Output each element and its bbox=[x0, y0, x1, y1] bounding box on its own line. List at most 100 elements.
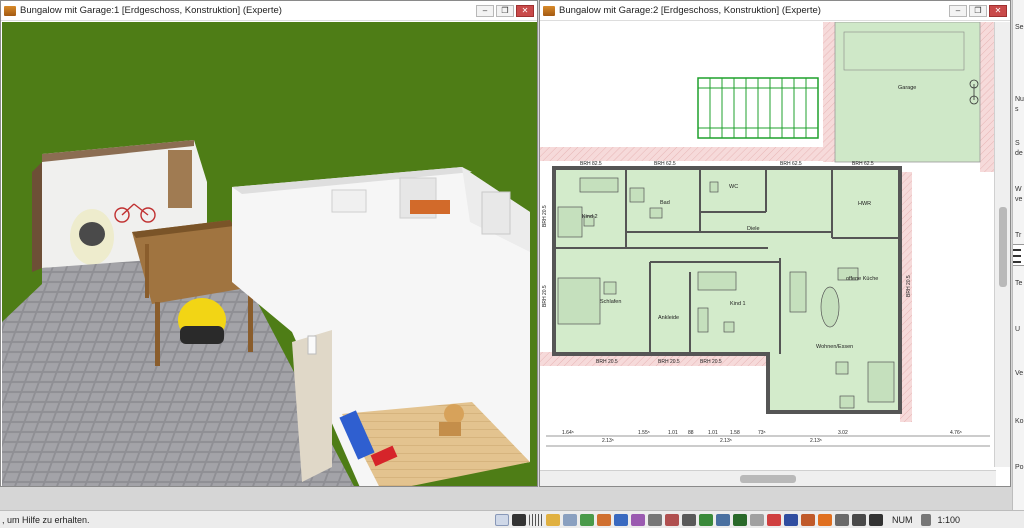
room-label-ankleide: Ankleide bbox=[658, 315, 679, 321]
terrain-icon[interactable] bbox=[580, 513, 594, 526]
window-2d-plan[interactable]: Bungalow mit Garage:2 [Erdgeschoss, Kons… bbox=[539, 0, 1011, 487]
brh-label: BRH 62.5 bbox=[654, 161, 676, 167]
horizontal-scrollbar[interactable] bbox=[540, 470, 996, 486]
grid-icon[interactable] bbox=[529, 513, 543, 526]
3d-viewport[interactable] bbox=[2, 22, 537, 486]
room-label-kind2: Kind 2 bbox=[582, 214, 598, 220]
floorplan-drawing: Garage Kind 2 Bad WC HWR Diele Schlafen … bbox=[540, 22, 994, 447]
close-button[interactable]: ✕ bbox=[516, 4, 534, 17]
room-label-wc: WC bbox=[729, 184, 738, 190]
sun-icon[interactable] bbox=[835, 513, 849, 526]
room-label-kueche: offene Küche bbox=[846, 276, 878, 282]
dim-value: 73⁵ bbox=[758, 430, 766, 436]
wall-icon[interactable] bbox=[512, 513, 526, 526]
render-icon[interactable] bbox=[818, 513, 832, 526]
scale-indicator[interactable]: 1:100 bbox=[938, 515, 961, 525]
furniture-icon[interactable] bbox=[648, 513, 662, 526]
room-label-diele: Diele bbox=[747, 226, 760, 232]
panel-item[interactable]: Se bbox=[1015, 24, 1024, 31]
car-icon[interactable] bbox=[767, 513, 781, 526]
panel-item: de bbox=[1015, 150, 1023, 157]
measure-icon[interactable] bbox=[869, 513, 883, 526]
scroll-thumb[interactable] bbox=[999, 207, 1007, 287]
3d-scene bbox=[2, 22, 537, 486]
app-icon bbox=[543, 5, 555, 16]
panel-item: s bbox=[1015, 106, 1019, 113]
brh-label: BRH 20.5 bbox=[542, 205, 548, 227]
tree-icon[interactable] bbox=[733, 513, 747, 526]
room-label-kind1: Kind 1 bbox=[730, 301, 746, 307]
camera-icon[interactable] bbox=[716, 513, 730, 526]
dim-value: 1.01 bbox=[708, 430, 718, 436]
yellow-car bbox=[178, 298, 226, 344]
floorplan-viewport[interactable]: Garage Kind 2 Bad WC HWR Diele Schlafen … bbox=[540, 22, 994, 467]
walk-icon[interactable] bbox=[852, 513, 866, 526]
shape-icon[interactable] bbox=[750, 513, 764, 526]
status-bar: , um Hilfe zu erhalten. NUM 1:100 bbox=[0, 510, 1024, 528]
texture-icon[interactable] bbox=[801, 513, 815, 526]
dim-value: 4.76⁵ bbox=[950, 430, 962, 436]
panel-item[interactable]: U bbox=[1015, 326, 1020, 333]
room-label-schlafen: Schlafen bbox=[600, 299, 621, 305]
status-help-text: , um Hilfe zu erhalten. bbox=[2, 514, 90, 525]
room-label-hwr: HWR bbox=[858, 201, 871, 207]
minimize-button[interactable]: ‒ bbox=[949, 4, 967, 17]
garage-area bbox=[834, 22, 981, 163]
room-label-bad: Bad bbox=[660, 200, 670, 206]
panel-item[interactable]: Ko bbox=[1015, 418, 1024, 425]
brh-label: BRH 20.5 bbox=[542, 285, 548, 307]
layer-icon[interactable] bbox=[495, 513, 509, 526]
panel-item[interactable]: W bbox=[1015, 186, 1022, 193]
cloud-icon[interactable] bbox=[563, 513, 577, 526]
person-icon[interactable] bbox=[682, 513, 696, 526]
minimize-button[interactable]: ‒ bbox=[476, 4, 494, 17]
dim-value: 2.13⁵ bbox=[810, 438, 822, 444]
pencil-icon[interactable] bbox=[546, 513, 560, 526]
titlebar-2d[interactable]: Bungalow mit Garage:2 [Erdgeschoss, Kons… bbox=[540, 1, 1010, 21]
panel-item[interactable]: Nu bbox=[1015, 96, 1024, 103]
restore-button[interactable]: ❐ bbox=[496, 4, 514, 17]
panel-item[interactable]: Po bbox=[1015, 464, 1024, 471]
brh-label: BRH 20.5 bbox=[700, 359, 722, 365]
brh-label: BRH 20.5 bbox=[906, 275, 912, 297]
dim-value: 3.02 bbox=[838, 430, 848, 436]
window-title: Bungalow mit Garage:2 [Erdgeschoss, Kons… bbox=[559, 5, 821, 16]
brh-label: BRH 20.5 bbox=[658, 359, 680, 365]
brh-label: BRH 20.5 bbox=[596, 359, 618, 365]
room-label-garage: Garage bbox=[898, 85, 916, 91]
light-icon[interactable] bbox=[784, 513, 798, 526]
restore-button[interactable]: ❐ bbox=[969, 4, 987, 17]
scroll-thumb[interactable] bbox=[740, 475, 796, 483]
num-lock-indicator: NUM bbox=[892, 514, 913, 525]
stairs-icon[interactable] bbox=[665, 513, 679, 526]
brh-label: BRH 82.5 bbox=[580, 161, 602, 167]
dim-value: 1.64⁵ bbox=[562, 430, 574, 436]
side-panel[interactable]: Se Nu s S de W ve Tr Te U Ve Ko Po bbox=[1012, 0, 1024, 510]
panel-item[interactable]: S bbox=[1015, 140, 1020, 147]
room-label-wohnen: Wohnen/Essen bbox=[816, 344, 853, 350]
panel-grip-handle[interactable] bbox=[1013, 244, 1024, 266]
app-icon bbox=[4, 5, 16, 16]
pergola-symbol bbox=[697, 77, 819, 139]
panel-item[interactable]: Tr bbox=[1015, 232, 1021, 239]
window-title: Bungalow mit Garage:1 [Erdgeschoss, Kons… bbox=[20, 5, 282, 16]
titlebar-3d[interactable]: Bungalow mit Garage:1 [Erdgeschoss, Kons… bbox=[1, 1, 537, 21]
zoom-icon[interactable] bbox=[920, 513, 931, 526]
roof-icon[interactable] bbox=[597, 513, 611, 526]
dim-value: 88 bbox=[688, 430, 694, 436]
close-button[interactable]: ✕ bbox=[989, 4, 1007, 17]
panel-item[interactable]: Ve bbox=[1015, 370, 1023, 377]
dim-value: 2.13⁵ bbox=[602, 438, 614, 444]
plant-icon[interactable] bbox=[699, 513, 713, 526]
dim-value: 1.58 bbox=[730, 430, 740, 436]
style-icon[interactable] bbox=[631, 513, 645, 526]
dim-value: 1.01 bbox=[668, 430, 678, 436]
white-car bbox=[70, 209, 114, 265]
plan-icon[interactable] bbox=[614, 513, 628, 526]
window-3d-view[interactable]: Bungalow mit Garage:1 [Erdgeschoss, Kons… bbox=[0, 0, 538, 487]
vertical-scrollbar[interactable] bbox=[994, 22, 1010, 467]
brh-label: BRH 62.5 bbox=[780, 161, 802, 167]
dim-value: 1.55⁵ bbox=[638, 430, 650, 436]
panel-item[interactable]: Te bbox=[1015, 280, 1022, 287]
garage-door bbox=[168, 150, 192, 208]
